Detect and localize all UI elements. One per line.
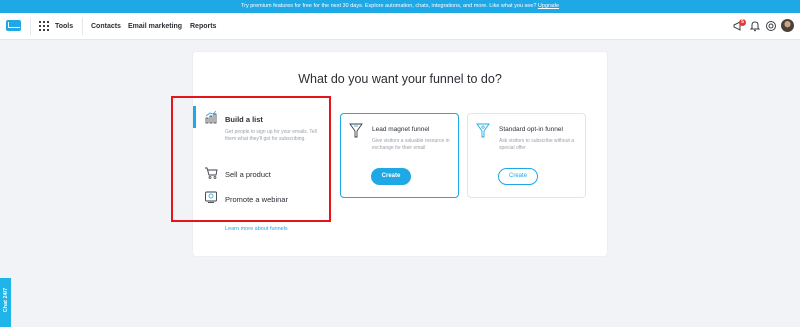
divider [82, 18, 83, 35]
create-lead-magnet-button[interactable]: Create [371, 168, 411, 185]
bell-icon[interactable] [749, 20, 761, 32]
standard-optin-funnel-card[interactable]: Standard opt-in funnel Ask visitors to s… [467, 113, 586, 198]
lead-magnet-funnel-card[interactable]: Lead magnet funnel Give visitors a valua… [340, 113, 459, 198]
lead-magnet-icon [349, 123, 363, 138]
learn-more-funnels-link[interactable]: Learn more about funnels [225, 226, 288, 232]
nav-contacts[interactable]: Contacts [91, 13, 121, 40]
funnel-title: Lead magnet funnel [372, 126, 430, 133]
promo-banner: Try premium features for free for the ne… [0, 0, 800, 13]
standard-optin-icon [476, 123, 490, 138]
promo-text: Try premium features for free for the ne… [240, 3, 537, 9]
funnel-description: Ask visitors to subscribe without a spec… [499, 138, 575, 151]
apps-grid-icon[interactable] [39, 21, 49, 31]
chat-label: Chat 24/7 [3, 287, 9, 313]
highlight-box [171, 96, 331, 222]
nav-email-marketing[interactable]: Email marketing [128, 13, 182, 40]
getresponse-logo-icon[interactable] [6, 20, 21, 31]
create-standard-optin-button[interactable]: Create [498, 168, 538, 185]
notification-badge: 5 [739, 19, 746, 26]
nav-tools[interactable]: Tools [55, 13, 73, 40]
page-title: What do you want your funnel to do? [298, 72, 502, 86]
nav-reports[interactable]: Reports [190, 13, 216, 40]
funnel-title: Standard opt-in funnel [499, 126, 563, 133]
user-avatar[interactable] [781, 19, 794, 32]
help-lifebuoy-icon[interactable] [765, 20, 777, 32]
funnel-description: Give visitors a valuable resource in exc… [372, 138, 450, 151]
top-navigation: Tools Contacts Email marketing Reports 5 [0, 13, 800, 40]
chat-widget-tab[interactable]: Chat 24/7 [0, 278, 11, 327]
upgrade-link[interactable]: Upgrade [538, 3, 559, 9]
divider [30, 18, 31, 35]
